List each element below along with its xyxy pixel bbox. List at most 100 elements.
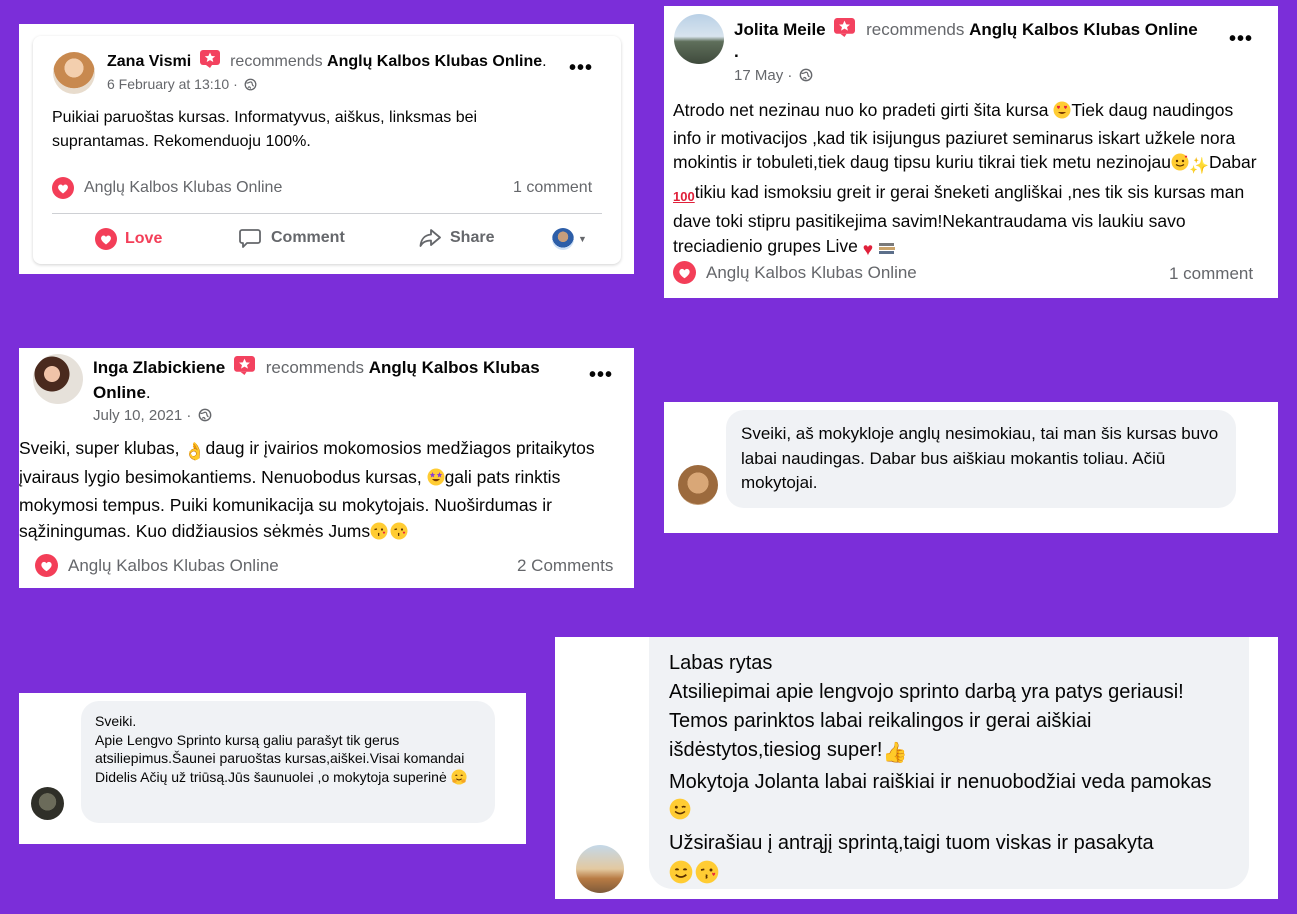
hundred-points-emoji-icon: 100 — [673, 188, 695, 204]
love-label: Love — [125, 230, 163, 247]
comment-text-body: Mokytoja Jolanta labai raiškiai ir nenuo… — [669, 771, 1212, 793]
page-name-link[interactable]: Anglų Kalbos Klubas Online — [327, 53, 542, 70]
post-header: Inga Zlabickiene recommends Anglų Kalbos… — [93, 355, 573, 405]
ok-hand-emoji-icon: 👌 — [184, 442, 206, 461]
heart-icon — [95, 228, 117, 250]
review-card-inga: Inga Zlabickiene recommends Anglų Kalbos… — [19, 348, 634, 588]
footer-recommendation[interactable]: Anglų Kalbos Klubas Online — [35, 554, 279, 577]
comment-count[interactable]: 2 Comments — [517, 556, 613, 576]
comment-count[interactable]: 1 comment — [513, 179, 592, 197]
comment-text-body: Užsirašiau į antrąjį sprintą,taigi tuom … — [669, 832, 1154, 854]
comment-bubble-icon — [239, 229, 261, 248]
post-date[interactable]: July 10, 2021 · — [93, 407, 191, 424]
body-text: Dabar — [1208, 152, 1257, 173]
avatar[interactable] — [33, 354, 83, 404]
comment-label: Comment — [271, 229, 345, 246]
period: . — [734, 42, 739, 61]
recommendation-badge-icon — [834, 18, 856, 37]
footer-page-name: Anglų Kalbos Klubas Online — [706, 262, 917, 282]
heart-eyes-emoji-icon — [1053, 101, 1071, 126]
author-name[interactable]: Inga Zlabickiene — [93, 358, 225, 377]
post-date[interactable]: 6 February at 13:10 · — [107, 76, 238, 92]
avatar[interactable] — [31, 787, 64, 820]
kissing-heart-emoji-icon — [390, 522, 408, 548]
reaction-as-selector[interactable]: ▼ — [552, 228, 587, 250]
body-text: tikiu kad ismoksiu greit ir gerai šneket… — [673, 181, 1245, 256]
comment-text-line1: Sveiki. — [95, 713, 137, 729]
more-options-icon[interactable]: ••• — [1229, 28, 1253, 51]
heart-icon — [52, 177, 74, 199]
hugging-face-emoji-icon — [451, 768, 467, 790]
more-options-icon[interactable]: ••• — [569, 57, 593, 80]
period: . — [145, 383, 151, 402]
post-meta: 17 May · — [734, 67, 813, 84]
recommends-label: recommends — [230, 53, 323, 70]
kissing-heart-emoji-icon — [370, 522, 388, 548]
globe-icon — [198, 408, 211, 422]
globe-icon — [799, 68, 812, 82]
page-name-link[interactable]: Anglų Kalbos Klubas — [369, 358, 540, 377]
comment-bubble: Sveiki. Apie Lengvo Sprinto kursą galiu … — [81, 701, 495, 823]
emoji-row — [669, 860, 1229, 893]
thumbs-up-emoji-icon: 👍 — [882, 742, 908, 764]
comment-card-1: Sveiki, aš mokykloje anglų nesimokiau, t… — [664, 402, 1278, 533]
comment-button[interactable]: Comment — [239, 228, 345, 248]
share-arrow-icon — [419, 229, 441, 247]
recommends-label: recommends — [866, 20, 965, 39]
comment-text-paragraph: Užsirašiau į antrąjį sprintą,taigi tuom … — [669, 829, 1229, 858]
comment-text: Sveiki, aš mokykloje anglų nesimokiau, t… — [741, 424, 1219, 492]
footer-page-name: Anglų Kalbos Klubas Online — [68, 555, 279, 575]
smiling-hearts-emoji-icon — [1171, 153, 1189, 178]
recommendation-badge-icon — [234, 356, 255, 375]
smiling-face-emoji-icon — [669, 860, 693, 893]
comment-card-3: Labas rytas Atsiliepimai apie lengvojo s… — [555, 637, 1278, 899]
page-name-link[interactable]: Anglų Kalbos Klubas Online — [969, 20, 1198, 39]
chevron-down-icon: ▼ — [578, 234, 587, 244]
winking-face-emoji-icon — [669, 798, 691, 829]
author-name[interactable]: Zana Vismi — [107, 53, 191, 70]
recommends-label: recommends — [265, 358, 364, 377]
small-avatar — [552, 228, 574, 250]
avatar[interactable] — [674, 14, 724, 64]
comment-text-paragraph: Atsiliepimai apie lengvojo sprinto darbą… — [669, 678, 1229, 768]
post-header: Zana Vismi recommends Anglų Kalbos Kluba… — [107, 50, 547, 71]
more-options-icon[interactable]: ••• — [589, 364, 613, 387]
page-name-link-continued[interactable]: Online — [93, 383, 146, 402]
body-text: Atrodo net nezinau nuo ko pradeti girti … — [673, 100, 1049, 120]
avatar[interactable] — [53, 52, 95, 94]
avatar[interactable] — [678, 465, 718, 505]
post-header: Jolita Meile recommends Anglų Kalbos Klu… — [734, 18, 1198, 40]
share-button[interactable]: Share — [419, 228, 494, 248]
books-emoji-icon — [878, 237, 896, 262]
comment-text-body: Atsiliepimai apie lengvojo sprinto darbą… — [669, 681, 1184, 761]
sparkles-emoji-icon: ✨ — [1189, 158, 1209, 176]
body-text: Sveiki, super klubas, — [19, 438, 180, 458]
comment-text: Apie Lengvo Sprinto kursą galiu parašyt … — [95, 731, 481, 790]
divider — [52, 213, 602, 214]
comment-bubble: Labas rytas Atsiliepimai apie lengvojo s… — [649, 637, 1249, 889]
star-struck-emoji-icon — [427, 468, 445, 494]
footer-recommendation[interactable]: Anglų Kalbos Klubas Online — [673, 261, 917, 284]
avatar[interactable] — [576, 845, 624, 893]
heart-icon — [35, 554, 58, 577]
comment-text-line1: Labas rytas — [669, 652, 773, 674]
recommendation-badge-icon — [199, 50, 220, 68]
comment-text-paragraph: Mokytoja Jolanta labai raiškiai ir nenuo… — [669, 768, 1229, 829]
post-body: Sveiki, super klubas, 👌daug ir įvairios … — [19, 436, 619, 547]
kissing-heart-emoji-icon — [695, 860, 719, 893]
post-body: Atrodo net nezinau nuo ko pradeti girti … — [673, 98, 1263, 262]
review-card-zana: Zana Vismi recommends Anglų Kalbos Kluba… — [19, 24, 634, 274]
review-card-jolita: Jolita Meile recommends Anglų Kalbos Klu… — [664, 6, 1278, 298]
love-button[interactable]: Love — [95, 228, 162, 250]
post-meta: July 10, 2021 · — [93, 407, 212, 424]
post-date[interactable]: 17 May · — [734, 67, 792, 84]
comment-bubble: Sveiki, aš mokykloje anglų nesimokiau, t… — [726, 410, 1236, 508]
share-label: Share — [450, 229, 495, 246]
comment-count[interactable]: 1 comment — [1169, 264, 1253, 284]
footer-page-name: Anglų Kalbos Klubas Online — [84, 179, 283, 196]
red-heart-emoji-icon: ♥ — [862, 238, 874, 259]
footer-recommendation[interactable]: Anglų Kalbos Klubas Online — [52, 177, 282, 199]
author-name[interactable]: Jolita Meile — [734, 20, 826, 39]
post-body: Puikiai paruoštas kursas. Informatyvus, … — [52, 109, 478, 150]
globe-icon — [244, 78, 257, 91]
